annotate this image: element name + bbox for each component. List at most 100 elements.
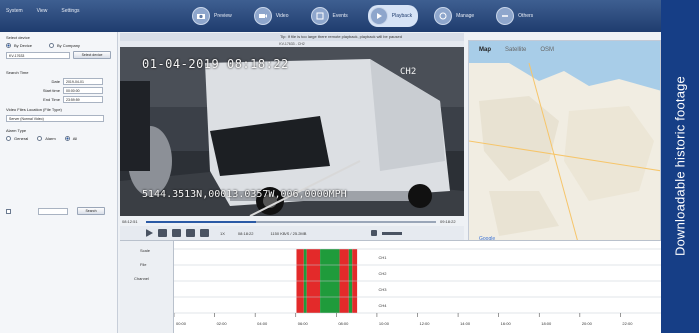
general-radio[interactable]	[6, 136, 11, 141]
timeline-chart[interactable]: CH1 CH2 CH3 CH4 00:00 02:00 04:00 06:00 08:00 10:…	[174, 241, 661, 333]
location-heading: Video Files Location (File Type)	[6, 107, 62, 112]
snapshot-icon[interactable]	[200, 229, 209, 237]
progress-start-time: 08:12:51	[122, 219, 138, 224]
end-time-field[interactable]: 23:59:59	[63, 96, 103, 103]
title-bar: System View Settings Preview Video Event…	[0, 0, 661, 32]
menu-system[interactable]: System	[6, 8, 23, 14]
progress-end-time: 09:18:22	[440, 219, 456, 224]
recording-timeline[interactable]: Scale File Channel CH1 CH2 CH3 CH4 00:00 02:0…	[120, 240, 661, 333]
timeline-tick-label: 18:00	[541, 321, 552, 326]
timeline-channel-label: CH1	[379, 255, 388, 260]
search-panel: Select device By Device By Company KV-17…	[0, 32, 118, 333]
toolbar-manage[interactable]: Manage	[432, 5, 480, 27]
map-tab-osm[interactable]: OSM	[540, 47, 554, 53]
timeline-tick-label: 00:00	[176, 321, 187, 326]
toolbar-playback-label: Playback	[391, 13, 413, 19]
banner-text: Downloadable historic footage	[672, 76, 688, 256]
osd-gps: 5144.3513N,00013.0357W,006,0000MPH	[142, 189, 347, 200]
date-field[interactable]: 2019-04-01	[63, 78, 103, 85]
timeline-tick-label: 02:00	[217, 321, 228, 326]
speed-label: 1X	[220, 230, 225, 236]
start-time-field[interactable]: 00:00:00	[63, 87, 103, 94]
toolbar-others[interactable]: Others	[494, 5, 539, 27]
fast-forward-icon[interactable]	[186, 229, 195, 237]
map-tabs: Map Satellite OSM	[479, 47, 554, 53]
timeline-tick-label: 06:00	[298, 321, 309, 326]
alarm-type-label: Alarm Type	[6, 128, 27, 133]
timeline-channel-label: CH3	[379, 287, 388, 292]
menu-view[interactable]: View	[37, 8, 48, 14]
toolbar-video-label: Video	[275, 13, 289, 19]
volume-slider[interactable]	[382, 231, 403, 235]
map-canvas	[469, 41, 660, 244]
timeline-tick-label: 14:00	[460, 321, 471, 326]
device-mode-radios: By Device By Company	[6, 43, 80, 48]
play-icon[interactable]	[146, 229, 153, 237]
main-toolbar: Preview Video Events Playback Manage Oth…	[190, 5, 539, 27]
timeline-tick-label: 08:00	[338, 321, 349, 326]
timeline-channel-label: CH2	[379, 271, 388, 276]
toolbar-playback[interactable]: Playback	[367, 5, 419, 27]
toolbar-manage-label: Manage	[456, 13, 475, 19]
osd-channel: CH2	[400, 67, 417, 77]
playback-app: System View Settings Preview Video Event…	[0, 0, 661, 333]
toolbar-events[interactable]: Events	[309, 5, 354, 27]
timeline-tick-label: 12:00	[420, 321, 431, 326]
playback-tip: Tip: If file is too large there remote p…	[280, 34, 402, 39]
map-panel[interactable]: Map Satellite OSM Google	[468, 40, 661, 245]
timeline-scale-label: Scale	[140, 248, 151, 253]
alarm-type-heading: Alarm Type	[6, 128, 26, 133]
search-row: Search	[6, 207, 105, 215]
timeline-channel-label: Channel	[134, 276, 149, 281]
timeline-file-label: File	[140, 262, 147, 267]
toolbar-preview[interactable]: Preview	[190, 5, 238, 27]
timeline-tick-label: 20:00	[582, 321, 593, 326]
location-row: Server (Normal Video)	[6, 115, 104, 122]
alarm-label: Alarm	[45, 136, 56, 141]
by-device-radio[interactable]	[6, 43, 11, 48]
playback-icon	[369, 7, 388, 25]
select-device-button[interactable]: Select device	[73, 51, 111, 59]
current-time: 08:18:22	[237, 230, 254, 236]
footage-banner: Downloadable historic footage	[661, 0, 699, 333]
start-time-label: Start time	[42, 88, 60, 93]
timeline-tick-label: 16:00	[501, 321, 512, 326]
map-tab-map[interactable]: Map	[479, 47, 491, 53]
by-company-label: By Company	[57, 43, 80, 48]
by-device-label: By Device	[14, 43, 33, 48]
menu-settings[interactable]: Settings	[61, 8, 79, 14]
bitrate-label: 1150 KB/S / 25.2MB	[270, 230, 307, 236]
toolbar-others-label: Others	[518, 13, 534, 19]
device-field[interactable]: KV-17633	[6, 51, 70, 59]
toolbar-video[interactable]: Video	[252, 5, 295, 27]
timeline-channel-label: CH4	[379, 303, 388, 308]
location-label: Video Files Location (File Type)	[6, 107, 62, 112]
by-company-radio[interactable]	[49, 43, 55, 48]
end-time-label: End Time	[43, 97, 60, 102]
manage-icon	[434, 7, 453, 25]
select-device-heading: Select device	[6, 35, 30, 40]
frame-icon[interactable]	[172, 229, 181, 237]
date-label: Date	[51, 79, 60, 84]
events-icon	[310, 7, 329, 25]
osd-date: 01-04-2019 08:18:22	[142, 57, 289, 71]
toolbar-preview-label: Preview	[214, 13, 232, 19]
alarm-radio[interactable]	[37, 136, 43, 141]
alarm-type-row: General Alarm All	[6, 136, 77, 141]
volume-icon[interactable]	[371, 230, 378, 236]
all-radio[interactable]	[64, 136, 70, 141]
timeline-tick-label: 04:00	[257, 321, 268, 326]
end-time-row: End Time 23:59:59	[40, 96, 103, 103]
interval-field[interactable]	[38, 207, 68, 215]
timeline-tick-label: 22:00	[622, 321, 633, 326]
video-info-bar: Tip: If file is too large there remote p…	[120, 33, 464, 41]
map-tab-satellite[interactable]: Satellite	[505, 47, 526, 53]
others-icon	[496, 7, 515, 25]
search-button[interactable]: Search	[77, 207, 105, 215]
video-icon	[253, 7, 272, 25]
stop-icon[interactable]	[158, 229, 167, 237]
location-select[interactable]: Server (Normal Video)	[6, 115, 104, 122]
menu-bar: System View Settings	[6, 8, 80, 14]
video-player[interactable]: KV-17633 - CH2 01-04-2019 08:18:22 CH2 5…	[120, 41, 464, 216]
interval-checkbox[interactable]	[6, 208, 11, 214]
